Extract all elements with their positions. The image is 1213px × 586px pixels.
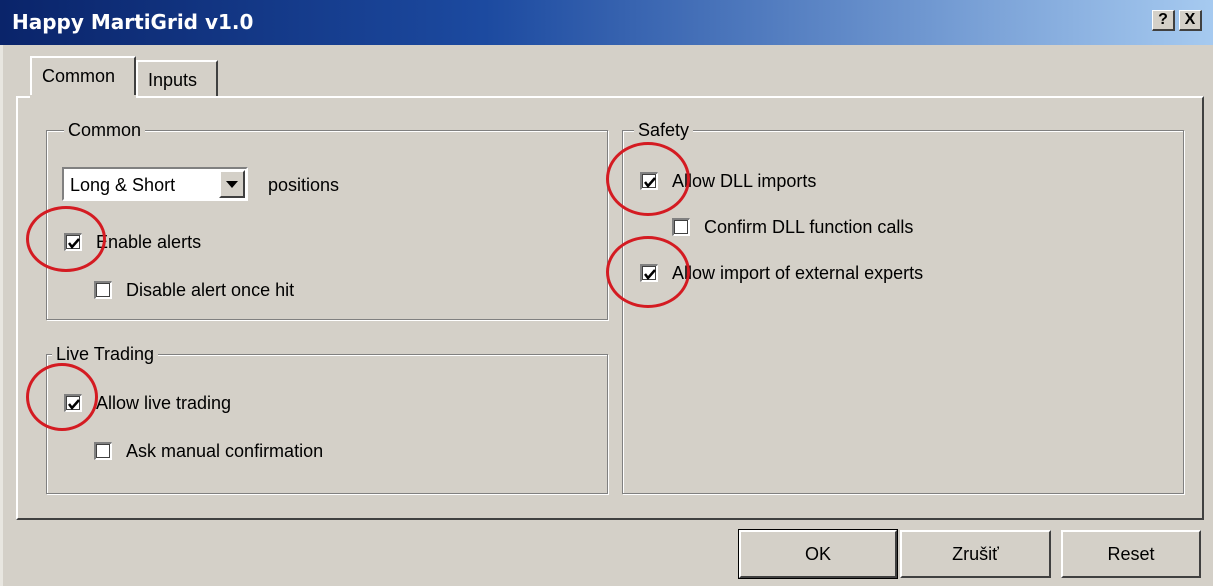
window-frame-left <box>0 45 3 586</box>
dropdown-button[interactable] <box>219 170 245 198</box>
positions-select[interactable]: Long & Short <box>62 167 248 201</box>
ok-button[interactable]: OK <box>738 529 898 579</box>
disable-alert-once-hit-checkbox[interactable] <box>94 281 112 299</box>
help-icon: ? <box>1158 11 1168 28</box>
positions-label: positions <box>268 175 340 195</box>
live-trading-group-title: Live Trading <box>52 344 159 365</box>
live-trading-groupbox <box>46 354 608 494</box>
active-tab-join <box>30 95 136 99</box>
cancel-button[interactable]: Zrušiť <box>900 530 1051 578</box>
allow-live-trading-label: Allow live trading <box>96 393 232 413</box>
chevron-down-icon <box>226 181 238 188</box>
annotation-circle-enable-alerts <box>26 206 106 272</box>
ask-manual-confirmation-label: Ask manual confirmation <box>126 441 324 461</box>
reset-button[interactable]: Reset <box>1061 530 1201 578</box>
annotation-circle-dll-imports <box>606 142 690 216</box>
ask-manual-confirmation-checkbox[interactable] <box>94 442 112 460</box>
title-bar[interactable]: Happy MartiGrid v1.0 ? X <box>0 0 1213 45</box>
confirm-dll-function-calls-label: Confirm DLL function calls <box>704 217 914 237</box>
allow-import-external-experts-label: Allow import of external experts <box>672 263 924 283</box>
window-title: Happy MartiGrid v1.0 <box>12 10 254 34</box>
tab-inputs-label: Inputs <box>148 70 198 90</box>
close-button[interactable]: X <box>1179 10 1202 31</box>
common-group-title: Common <box>64 120 146 141</box>
close-icon: X <box>1184 11 1196 28</box>
confirm-dll-function-calls-checkbox[interactable] <box>672 218 690 236</box>
annotation-circle-live-trading <box>26 363 98 431</box>
help-button[interactable]: ? <box>1152 10 1175 31</box>
enable-alerts-label: Enable alerts <box>96 232 202 252</box>
allow-dll-imports-label: Allow DLL imports <box>672 171 817 191</box>
safety-group-title: Safety <box>634 120 694 141</box>
tab-inputs[interactable]: Inputs <box>136 60 218 98</box>
annotation-circle-external-experts <box>606 236 690 308</box>
tab-common[interactable]: Common <box>30 56 136 98</box>
tab-common-label: Common <box>42 66 116 86</box>
positions-select-value: Long & Short <box>70 175 176 195</box>
disable-alert-once-hit-label: Disable alert once hit <box>126 280 295 300</box>
